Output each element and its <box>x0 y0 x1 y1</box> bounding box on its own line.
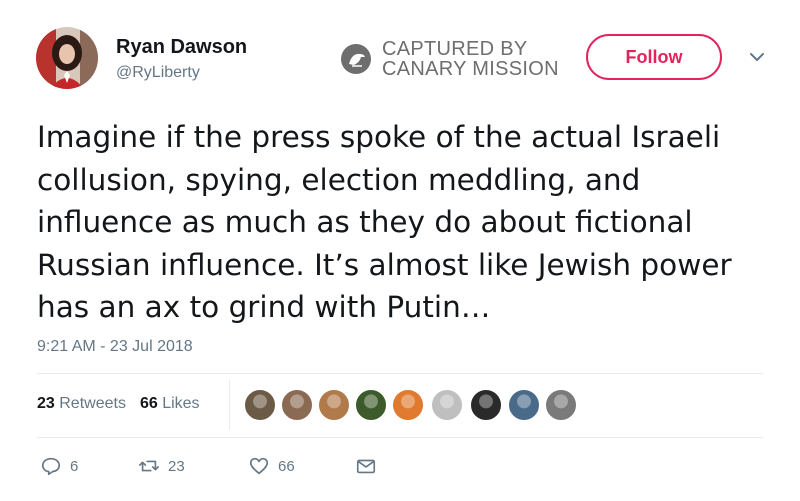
divider <box>37 437 763 438</box>
retweets-stat[interactable]: 23 Retweets <box>37 395 126 413</box>
envelope-icon <box>356 459 376 474</box>
retweets-count: 23 <box>37 395 55 412</box>
author-avatar[interactable] <box>36 27 98 89</box>
liker-avatar-6[interactable] <box>431 389 463 421</box>
liker-avatar-1[interactable] <box>244 389 276 421</box>
retweet-button[interactable]: 23 <box>138 455 185 477</box>
user-handle[interactable]: @RyLiberty <box>116 64 200 82</box>
watermark-line1: CAPTURED BY <box>382 38 528 60</box>
like-button[interactable]: 66 <box>248 455 295 477</box>
display-name[interactable]: Ryan Dawson <box>116 36 247 59</box>
like-count: 66 <box>278 457 295 475</box>
liker-avatar-7[interactable] <box>470 389 502 421</box>
retweet-count: 23 <box>168 457 185 475</box>
liker-avatar-4[interactable] <box>355 389 387 421</box>
liker-avatar-3[interactable] <box>318 389 350 421</box>
canary-bird-logo-icon <box>341 44 371 74</box>
divider <box>37 373 763 374</box>
heart-icon <box>249 457 269 475</box>
likes-stat[interactable]: 66 Likes <box>140 395 200 413</box>
follow-button[interactable]: Follow <box>586 34 722 80</box>
engagement-stats: 23 Retweets 66 Likes <box>37 395 200 413</box>
reply-icon <box>41 457 61 476</box>
liker-avatar-9[interactable] <box>545 389 577 421</box>
reply-count: 6 <box>70 457 79 475</box>
chevron-down-icon[interactable] <box>748 50 766 64</box>
tweet-timestamp[interactable]: 9:21 AM - 23 Jul 2018 <box>37 338 193 356</box>
stats-separator <box>229 380 230 430</box>
likes-count: 66 <box>139 395 158 412</box>
reply-button[interactable]: 6 <box>40 455 78 477</box>
retweet-icon <box>139 460 159 472</box>
liker-avatar-2[interactable] <box>281 389 313 421</box>
canary-mission-watermark: CAPTURED BY CANARY MISSION <box>340 37 559 81</box>
profile-photo-icon <box>36 27 98 89</box>
watermark-line2: CANARY MISSION <box>382 58 559 80</box>
tweet-text: Imagine if the press spoke of the actual… <box>37 120 732 324</box>
direct-message-button[interactable] <box>355 455 377 477</box>
liker-avatar-8[interactable] <box>508 389 540 421</box>
retweets-label: Retweets <box>59 395 126 412</box>
likes-label: Likes <box>162 395 200 412</box>
liker-avatar-5[interactable] <box>392 389 424 421</box>
